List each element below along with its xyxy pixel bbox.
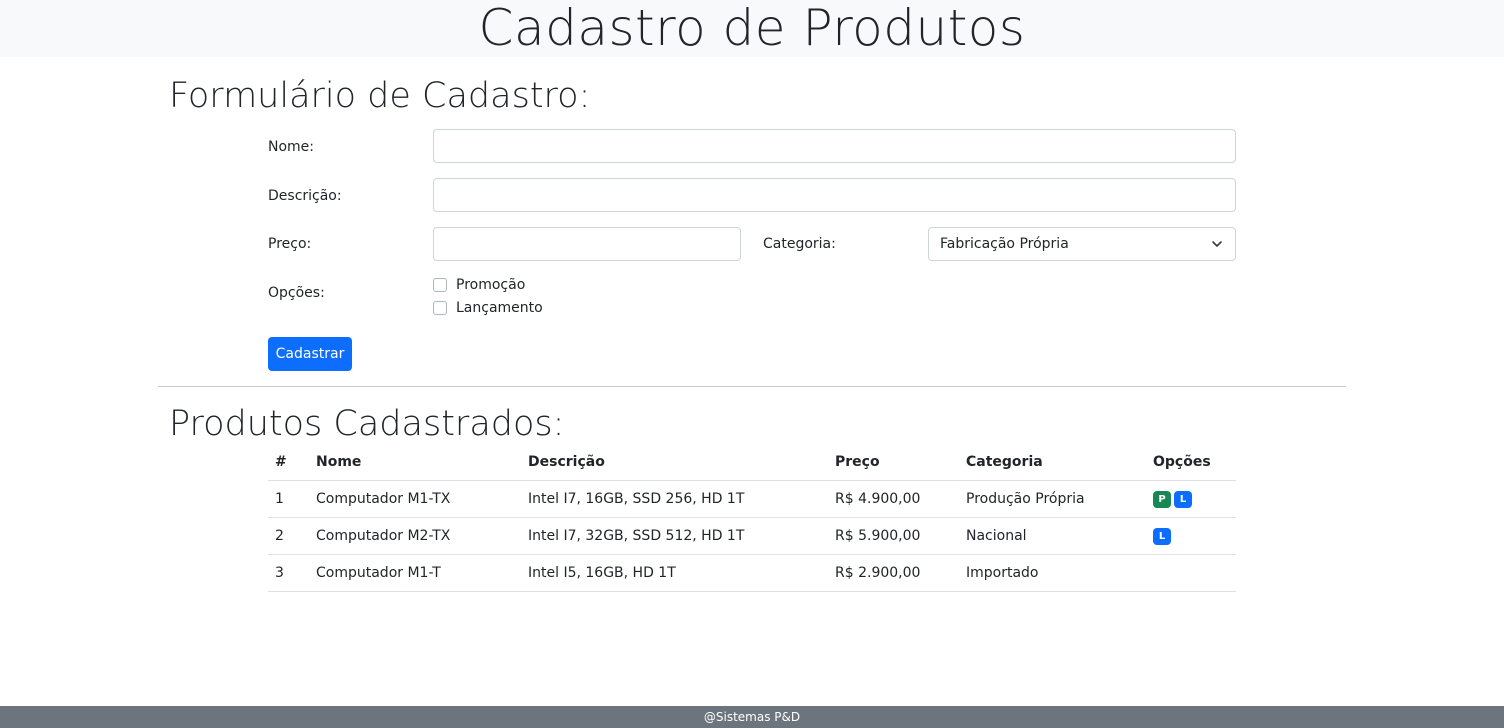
row-nome: Computador M1-T bbox=[309, 554, 521, 592]
row-preco: R$ 4.900,00 bbox=[828, 480, 959, 518]
row-id: 1 bbox=[268, 480, 309, 518]
table-header-row: # Nome Descrição Preço Categoria Opções bbox=[268, 444, 1236, 481]
chevron-down-icon bbox=[1212, 241, 1222, 247]
row-categoria: Nacional bbox=[959, 517, 1146, 555]
row-opcoes: L bbox=[1146, 517, 1236, 555]
promocao-badge: P bbox=[1153, 490, 1171, 508]
footer-text: @Sistemas P&D bbox=[703, 710, 801, 724]
nome-label: Nome: bbox=[268, 139, 315, 155]
section-divider bbox=[158, 386, 1346, 387]
footer: @Sistemas P&D bbox=[0, 706, 1504, 728]
lancamento-option[interactable]: Lançamento bbox=[433, 300, 543, 316]
list-title: Produtos Cadastrados: bbox=[169, 404, 565, 444]
categoria-select[interactable]: Fabricação Própria bbox=[928, 227, 1236, 261]
opcoes-label: Opções: bbox=[268, 285, 325, 301]
nome-input[interactable] bbox=[433, 129, 1236, 163]
table-row: 3 Computador M1-T Intel I5, 16GB, HD 1T … bbox=[268, 554, 1236, 592]
column-header: Preço bbox=[828, 444, 959, 481]
table-row: 2 Computador M2-TX Intel I7, 32GB, SSD 5… bbox=[268, 517, 1236, 555]
row-descricao: Intel I7, 16GB, SSD 256, HD 1T bbox=[521, 480, 828, 518]
descricao-label: Descrição: bbox=[268, 188, 342, 204]
row-opcoes: PL bbox=[1146, 480, 1236, 518]
column-header: Categoria bbox=[959, 444, 1146, 481]
promocao-checkbox[interactable] bbox=[433, 278, 447, 292]
preco-input[interactable] bbox=[433, 227, 741, 261]
column-header: # bbox=[268, 444, 309, 481]
row-id: 3 bbox=[268, 554, 309, 592]
column-header: Nome bbox=[309, 444, 521, 481]
lancamento-checkbox-label[interactable]: Lançamento bbox=[456, 300, 543, 316]
promocao-checkbox-label[interactable]: Promoção bbox=[456, 277, 525, 293]
page-header: Cadastro de Produtos bbox=[0, 0, 1504, 57]
page-title: Cadastro de Produtos bbox=[478, 0, 1026, 57]
categoria-selected-value: Fabricação Própria bbox=[940, 236, 1069, 252]
table-row: 1 Computador M1-TX Intel I7, 16GB, SSD 2… bbox=[268, 480, 1236, 518]
row-categoria: Produção Própria bbox=[959, 480, 1146, 518]
lancamento-checkbox[interactable] bbox=[433, 301, 447, 315]
row-preco: R$ 2.900,00 bbox=[828, 554, 959, 592]
descricao-input[interactable] bbox=[433, 178, 1236, 212]
column-header: Opções bbox=[1146, 444, 1236, 481]
row-descricao: Intel I5, 16GB, HD 1T bbox=[521, 554, 828, 592]
preco-label: Preço: bbox=[268, 236, 312, 252]
row-opcoes bbox=[1146, 554, 1236, 592]
categoria-label: Categoria: bbox=[763, 236, 836, 252]
lancamento-badge: L bbox=[1174, 490, 1192, 508]
promocao-option[interactable]: Promoção bbox=[433, 277, 525, 293]
row-id: 2 bbox=[268, 517, 309, 555]
products-table: # Nome Descrição Preço Categoria Opções … bbox=[268, 444, 1236, 592]
column-header: Descrição bbox=[521, 444, 828, 481]
cadastrar-button[interactable]: Cadastrar bbox=[268, 337, 352, 371]
row-categoria: Importado bbox=[959, 554, 1146, 592]
row-nome: Computador M2-TX bbox=[309, 517, 521, 555]
lancamento-badge: L bbox=[1153, 527, 1171, 545]
row-preco: R$ 5.900,00 bbox=[828, 517, 959, 555]
form-title: Formulário de Cadastro: bbox=[169, 76, 591, 116]
row-descricao: Intel I7, 32GB, SSD 512, HD 1T bbox=[521, 517, 828, 555]
row-nome: Computador M1-TX bbox=[309, 480, 521, 518]
